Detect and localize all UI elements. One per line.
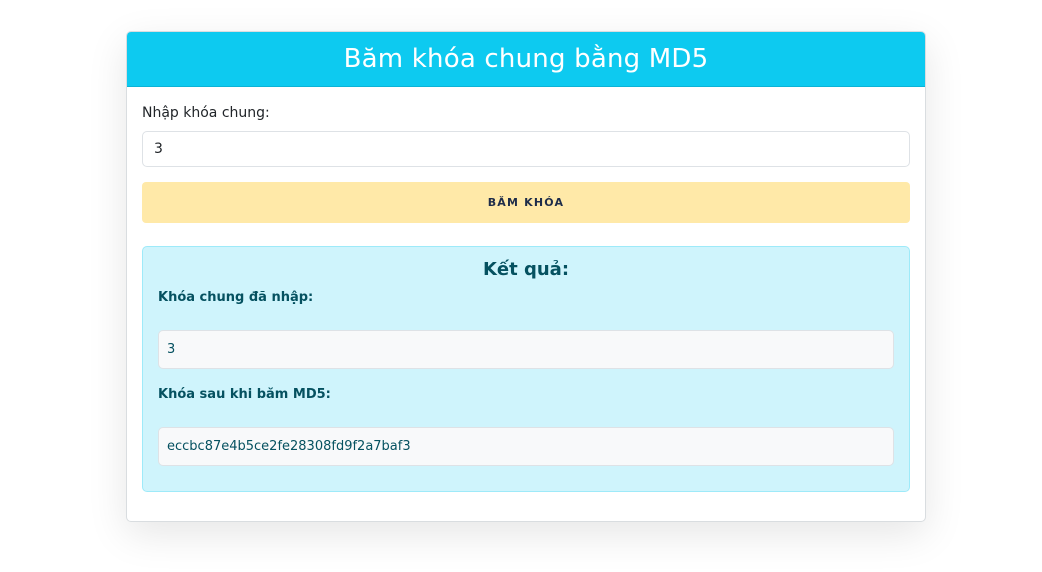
key-input[interactable]: [142, 131, 910, 167]
card-body: Nhập khóa chung: BĂM KHÓA Kết quả: Khóa …: [127, 87, 925, 492]
entered-key-label: Khóa chung đã nhập:: [158, 290, 314, 305]
hashed-key-value: eccbc87e4b5ce2fe28308fd9f2a7baf3: [158, 427, 894, 466]
entered-key-value: 3: [158, 330, 894, 369]
card-header: Băm khóa chung bằng MD5: [127, 32, 925, 87]
result-panel: Kết quả: Khóa chung đã nhập: 3 Khóa sau …: [142, 246, 910, 492]
hash-form: Nhập khóa chung: BĂM KHÓA: [142, 105, 910, 223]
hash-button[interactable]: BĂM KHÓA: [142, 182, 910, 223]
result-title: Kết quả:: [482, 259, 570, 280]
hashed-key-label: Khóa sau khi băm MD5:: [158, 387, 331, 402]
hash-card: Băm khóa chung bằng MD5 Nhập khóa chung:…: [126, 31, 926, 522]
key-input-label: Nhập khóa chung:: [142, 105, 270, 121]
page-title: Băm khóa chung bằng MD5: [343, 44, 709, 74]
